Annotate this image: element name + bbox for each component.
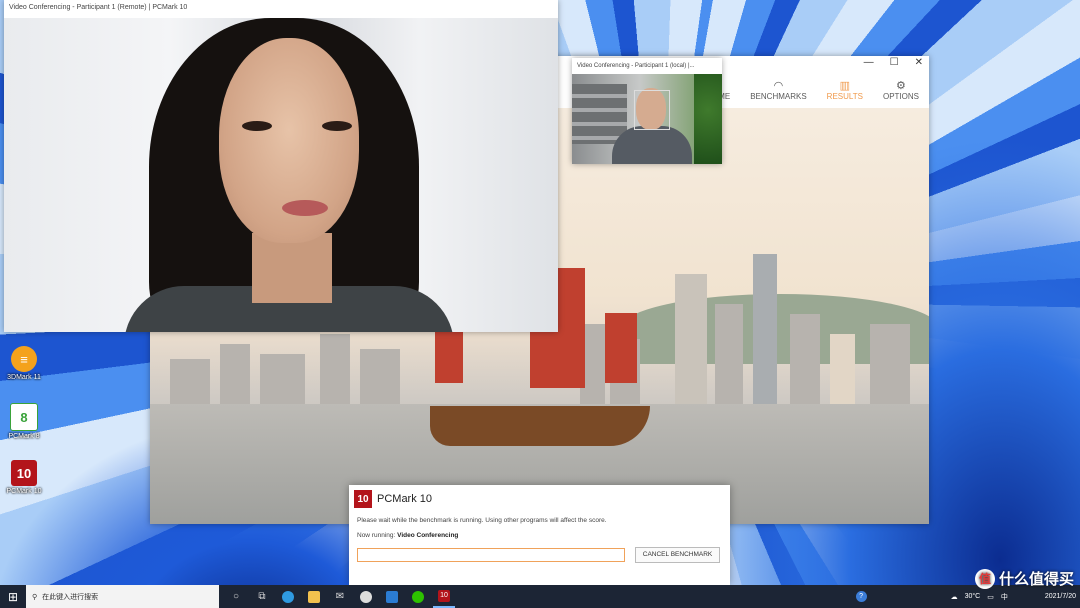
window-title: Video Conferencing - Participant 1 (loca… (572, 58, 722, 74)
gear-icon: ⚙ (896, 80, 906, 92)
dialog-title: PCMark 10 (377, 493, 433, 505)
close-icon[interactable]: ✕ (915, 57, 923, 68)
bar-chart-icon: ▥ (839, 80, 851, 92)
window-controls: — ☐ ✕ (864, 57, 923, 68)
pcmark10-icon: 10 (11, 460, 37, 486)
window-title: Video Conferencing - Participant 1 (Remo… (4, 0, 558, 16)
nav-options[interactable]: ⚙ OPTIONS (883, 79, 919, 101)
3dmark-icon: ≡ (11, 346, 37, 372)
nav-results[interactable]: ▥ RESULTS (827, 79, 863, 101)
task-view-icon[interactable]: ○ (225, 585, 247, 608)
help-icon[interactable]: ? (855, 591, 867, 602)
remote-video-feed (4, 18, 558, 332)
search-icon: ⚲ (32, 593, 38, 601)
now-running-value: Video Conferencing (397, 532, 459, 539)
mail-icon[interactable]: ✉ (329, 585, 351, 608)
pcmark-icon[interactable]: 10 (433, 585, 455, 608)
dialog-header: 10 PCMark 10 (354, 490, 432, 508)
wechat-icon[interactable] (407, 585, 429, 608)
pcmark8-icon: 8 (10, 403, 38, 431)
maximize-icon[interactable]: ☐ (890, 57, 899, 68)
minimize-icon[interactable]: — (864, 57, 874, 68)
smzdm-logo-icon: 值 (974, 568, 995, 589)
local-participant-window[interactable]: Video Conferencing - Participant 1 (loca… (572, 58, 722, 164)
search-placeholder: 在此键入进行搜索 (42, 593, 99, 601)
benchmark-progress-bar (357, 548, 625, 562)
desktop-icon-pcmark10[interactable]: 10 PCMark 10 (4, 460, 44, 495)
desktop-icon-pcmark8[interactable]: 8 PCMark 8 (4, 403, 44, 440)
word-icon[interactable] (381, 585, 403, 608)
remote-participant-window[interactable]: Video Conferencing - Participant 1 (Remo… (4, 0, 558, 332)
taskbar: ⊞ ⚲ 在此键入进行搜索 ○ ⧉ ✉ 10 ? ☁ 30°C ▭ 中 2021/… (0, 585, 1080, 608)
weather-temp[interactable]: 30°C (965, 593, 981, 600)
now-running: Now running: Video Conferencing (357, 532, 459, 539)
desktop-icon-3dmark11[interactable]: ≡ 3DMark 11 (4, 346, 44, 381)
nav-benchmarks[interactable]: ◠ BENCHMARKS (750, 79, 806, 101)
pcmark-navbar: ⌂HOME ◠BENCHMARKS ▥RESULTS ⚙OPTIONS (696, 72, 929, 108)
input-language[interactable]: 中 (1001, 592, 1008, 602)
battery-icon[interactable]: ▭ (987, 593, 994, 601)
multitasking-icon[interactable]: ⧉ (251, 585, 273, 608)
face-tracking-box (634, 90, 670, 130)
local-video-feed (572, 74, 722, 164)
date-text[interactable]: 2021/7/20 (1045, 593, 1076, 600)
benchmark-running-dialog: 10 PCMark 10 Please wait while the bench… (349, 485, 730, 585)
file-explorer-icon[interactable] (303, 585, 325, 608)
dialog-message: Please wait while the benchmark is runni… (357, 517, 607, 524)
pcmark-logo-icon: 10 (354, 490, 372, 508)
windows-start-icon[interactable]: ⊞ (0, 585, 26, 608)
chrome-icon[interactable] (355, 585, 377, 608)
smzdm-watermark: 值 什么值得买 (974, 568, 1074, 589)
weather-icon[interactable]: ☁ (951, 593, 958, 601)
cancel-benchmark-button[interactable]: CANCEL BENCHMARK (635, 547, 720, 563)
gauge-icon: ◠ (773, 80, 784, 92)
taskbar-search-box[interactable]: ⚲ 在此键入进行搜索 (26, 585, 219, 608)
edge-icon[interactable] (277, 585, 299, 608)
